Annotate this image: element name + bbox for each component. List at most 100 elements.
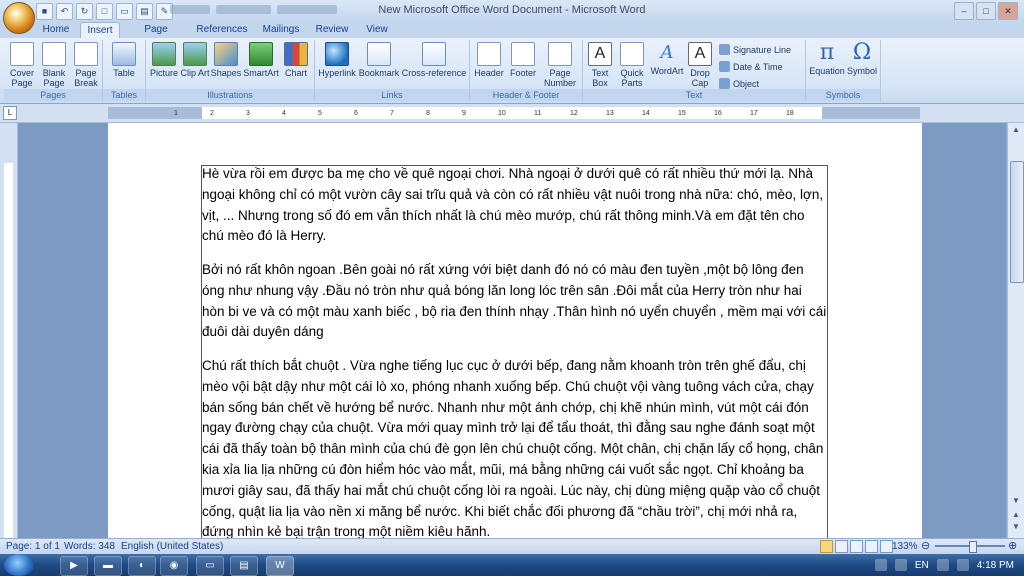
drop-cap-button[interactable]: A Drop Cap	[685, 42, 715, 88]
bookmark-button[interactable]: Bookmark	[357, 42, 401, 78]
tab-review[interactable]: Review	[312, 22, 352, 38]
blank-page-button[interactable]: Blank Page	[38, 42, 70, 88]
horizontal-ruler-bar: L 1 2 3 4 5 6 7 8 9 10 11 12 13 14 15 16 17 18	[0, 104, 1024, 123]
cover-page-button[interactable]: Cover Page	[6, 42, 38, 88]
language-indicator[interactable]: English (United States)	[121, 541, 223, 552]
zoom-slider[interactable]	[935, 541, 1005, 553]
input-language[interactable]: EN	[915, 560, 929, 571]
zoom-level[interactable]: 133%	[892, 541, 918, 552]
paragraph-2[interactable]: Bởi nó rất khôn ngoan .Bên goài nó rất x…	[202, 260, 827, 343]
minimize-button[interactable]: –	[954, 2, 974, 20]
document-page[interactable]: Hè vừa rồi em được ba mẹ cho về quê ngoạ…	[108, 123, 922, 547]
zoom-slider-knob[interactable]	[969, 541, 977, 553]
horizontal-ruler[interactable]: 1 2 3 4 5 6 7 8 9 10 11 12 13 14 15 16 17 18	[108, 107, 920, 119]
cross-reference-button[interactable]: Cross-reference	[401, 42, 467, 78]
tray-icon[interactable]	[894, 559, 907, 571]
header-label: Header	[474, 68, 504, 78]
clip-art-icon	[183, 42, 207, 66]
ruler-tick-label: 18	[786, 110, 794, 117]
group-label-header-footer: Header & Footer	[470, 89, 582, 101]
tab-page-layout[interactable]: Page Layout	[128, 22, 184, 50]
date-time-label: Date & Time	[733, 61, 783, 72]
next-page-icon[interactable]: ▼	[1010, 521, 1022, 533]
vertical-scrollbar[interactable]: ▲ ▼ ▲ ▼	[1007, 123, 1024, 538]
group-label-links: Links	[315, 89, 469, 101]
ruler-text-area	[202, 107, 822, 119]
signature-line-button[interactable]: Signature Line	[719, 44, 791, 55]
word-taskbar-icon[interactable]: W	[266, 556, 294, 576]
app-icon[interactable]: ◐	[128, 556, 156, 576]
file-explorer-icon[interactable]: ▤	[230, 556, 258, 576]
outline-view-icon[interactable]	[865, 540, 878, 553]
vertical-ruler[interactable]	[0, 123, 18, 538]
youtube-icon[interactable]: ▶	[60, 556, 88, 576]
scroll-down-arrow-icon[interactable]: ▼	[1010, 495, 1022, 507]
ruler-tick-label: 14	[642, 110, 650, 117]
status-bar: Page: 1 of 1 Words: 348 English (United …	[0, 538, 1024, 554]
group-header-footer: Header Footer Page Number Header & Foote…	[470, 40, 583, 101]
scroll-up-arrow-icon[interactable]: ▲	[1010, 124, 1022, 136]
group-label-tables: Tables	[103, 89, 145, 101]
messenger-icon[interactable]: ▭	[196, 556, 224, 576]
signature-icon	[719, 44, 730, 55]
drop-cap-label: Drop Cap	[690, 68, 710, 88]
print-layout-view-icon[interactable]	[820, 540, 833, 553]
volume-icon[interactable]	[956, 559, 969, 571]
previous-page-icon[interactable]: ▲	[1010, 509, 1022, 521]
word-count[interactable]: Words: 348	[64, 541, 115, 552]
group-label-text: Text	[583, 89, 805, 101]
tab-view[interactable]: View	[362, 22, 392, 38]
text-box-button[interactable]: A Text Box	[585, 42, 615, 88]
start-button[interactable]	[4, 554, 34, 576]
smartart-button[interactable]: SmartArt	[242, 42, 280, 78]
scrollbar-thumb[interactable]	[1010, 161, 1024, 283]
paragraph-3[interactable]: Chú rất thích bắt chuột . Vừa nghe tiếng…	[202, 356, 827, 543]
bookmark-icon	[367, 42, 391, 66]
clock[interactable]: 4:18 PM	[977, 560, 1014, 571]
table-button[interactable]: Table	[107, 42, 141, 78]
network-icon[interactable]	[936, 559, 949, 571]
ruler-tick-label: 10	[498, 110, 506, 117]
text-box[interactable]: Hè vừa rồi em được ba mẹ cho về quê ngoạ…	[201, 165, 828, 547]
cross-reference-icon	[422, 42, 446, 66]
zoom-in-icon[interactable]: ⊕	[1008, 539, 1017, 552]
ruler-tick-label: 16	[714, 110, 722, 117]
page-number-button[interactable]: Page Number	[540, 42, 580, 88]
tab-references[interactable]: References	[194, 22, 250, 38]
clip-art-button[interactable]: Clip Art	[180, 42, 210, 78]
media-icon[interactable]: ▬	[94, 556, 122, 576]
full-screen-reading-view-icon[interactable]	[835, 540, 848, 553]
group-label-pages: Pages	[4, 89, 102, 101]
date-time-button[interactable]: Date & Time	[719, 61, 783, 72]
page-break-button[interactable]: Page Break	[70, 42, 102, 88]
wordart-button[interactable]: A WordArt	[649, 42, 685, 76]
shapes-button[interactable]: Shapes	[210, 42, 242, 78]
web-layout-view-icon[interactable]	[850, 540, 863, 553]
tray-icon[interactable]	[874, 559, 887, 571]
close-button[interactable]: ✕	[998, 2, 1018, 20]
quick-parts-button[interactable]: Quick Parts	[615, 42, 649, 88]
tab-home[interactable]: Home	[40, 22, 72, 38]
chart-button[interactable]: Chart	[280, 42, 312, 78]
zoom-out-icon[interactable]: ⊖	[921, 539, 930, 552]
equation-label: Equation	[809, 66, 845, 76]
hyperlink-button[interactable]: Hyperlink	[317, 42, 357, 78]
footer-button[interactable]: Footer	[506, 42, 540, 78]
tab-mailings[interactable]: Mailings	[260, 22, 302, 38]
page-count[interactable]: Page: 1 of 1	[6, 541, 60, 552]
ruler-tick-label: 6	[354, 110, 358, 117]
header-button[interactable]: Header	[472, 42, 506, 78]
paragraph-1[interactable]: Hè vừa rồi em được ba mẹ cho về quê ngoạ…	[202, 164, 827, 247]
object-button[interactable]: Object	[719, 78, 759, 89]
ruler-tick-label: 2	[210, 110, 214, 117]
picture-label: Picture	[149, 68, 178, 78]
maximize-button[interactable]: □	[976, 2, 996, 20]
symbol-button[interactable]: Ω Symbol	[846, 42, 878, 77]
tab-selector-button[interactable]: L	[3, 106, 17, 120]
picture-button[interactable]: Picture	[148, 42, 180, 78]
globe-icon	[325, 42, 349, 66]
office-button[interactable]	[3, 2, 35, 34]
chrome-icon[interactable]: ◉	[160, 556, 188, 576]
ruler-tick-label: 11	[534, 110, 542, 117]
equation-button[interactable]: π Equation	[808, 42, 846, 77]
